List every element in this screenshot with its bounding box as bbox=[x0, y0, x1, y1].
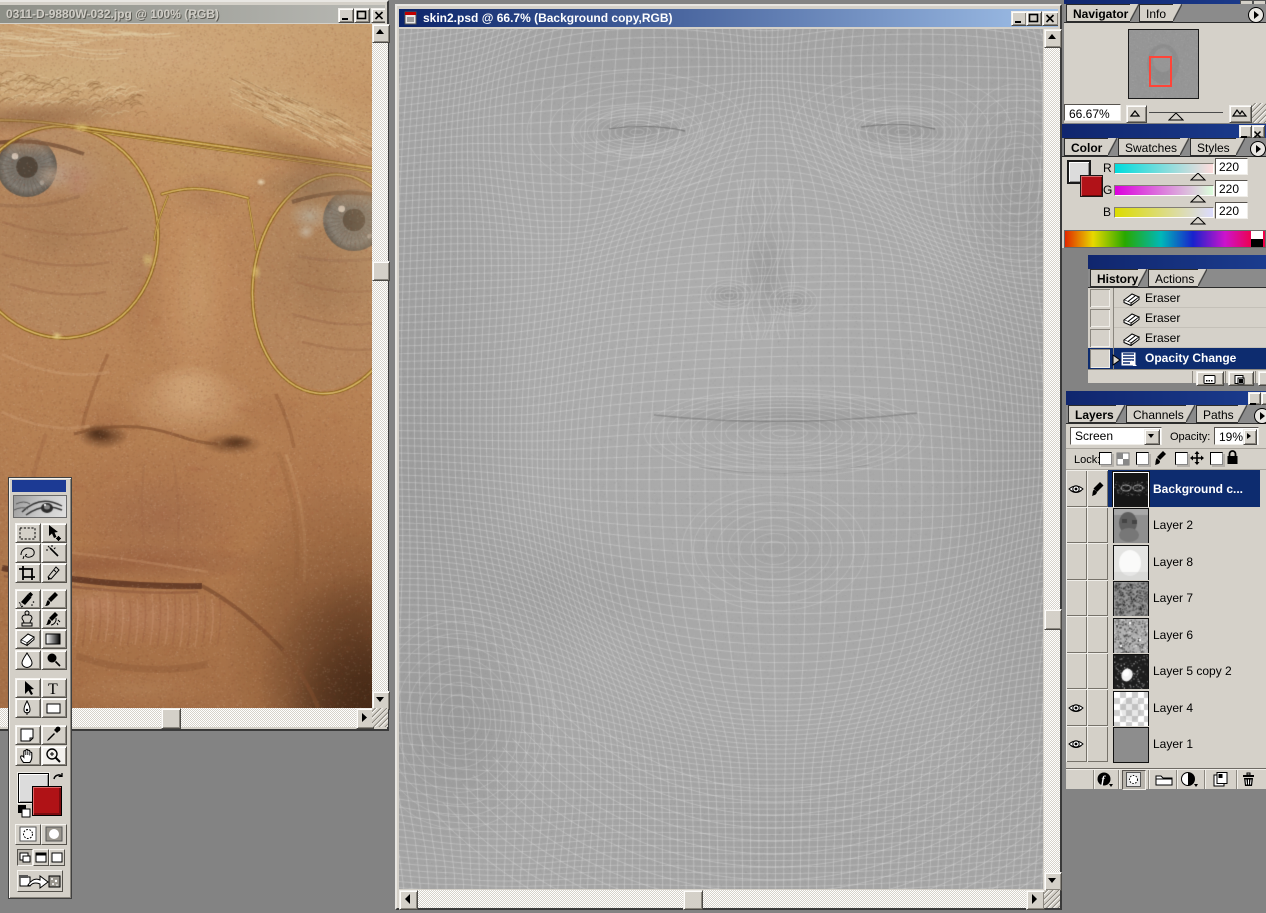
svg-text:T: T bbox=[48, 681, 58, 698]
